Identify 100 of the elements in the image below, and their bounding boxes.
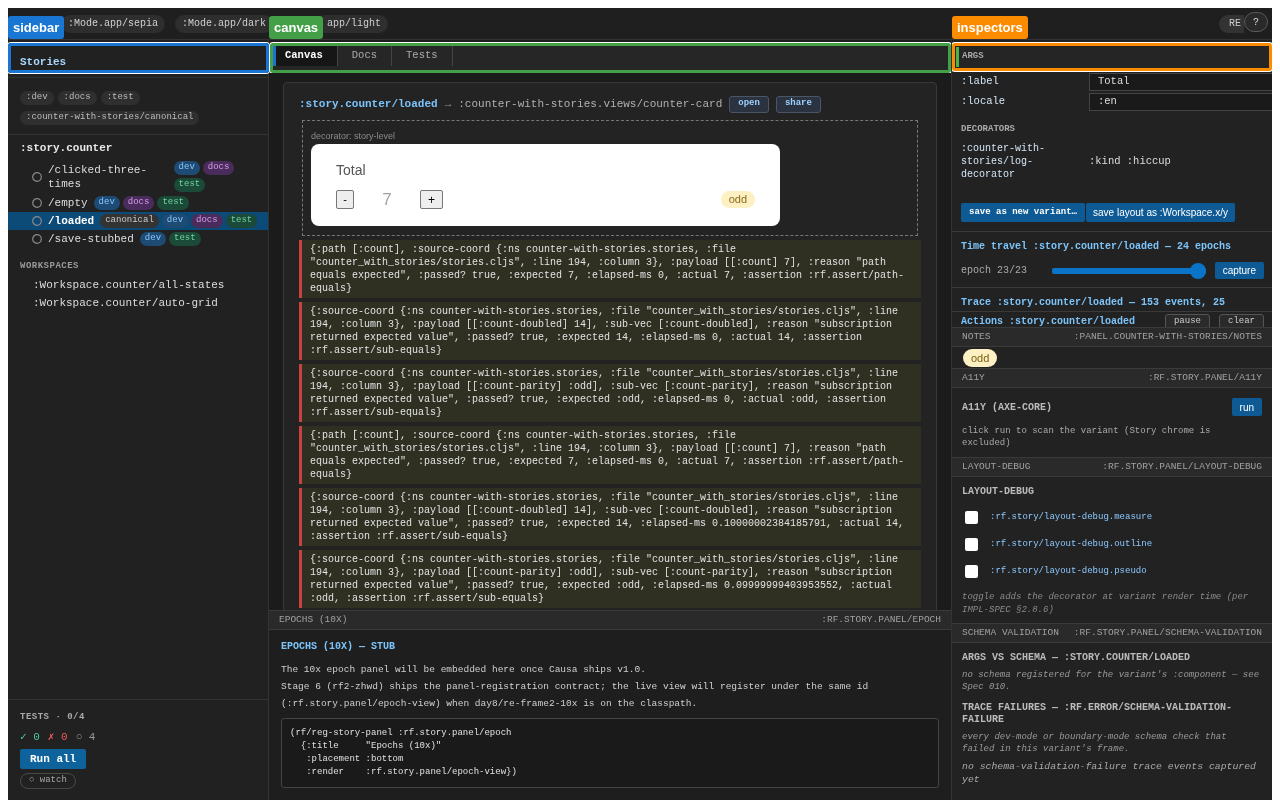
counter-title: Total — [336, 162, 366, 178]
time-travel-title: Time travel :story.counter/loaded — 24 epochs — [961, 240, 1232, 253]
paragraph: The 10x epoch panel will be embedded here once Causa ships v1.0. — [281, 663, 647, 677]
filter-chip[interactable]: :counter-with-stories/canonical — [20, 111, 200, 125]
option-label: :rf.story/layout-debug.outline — [990, 537, 1153, 551]
decrement-button[interactable]: - — [336, 190, 354, 209]
panel-id: :RF.STORY.PANEL/LAYOUT-DEBUG — [1102, 459, 1262, 474]
trace-title: Trace :story.counter/loaded — 153 events, 25 — [961, 296, 1226, 309]
region-label: canvas — [269, 16, 324, 39]
log-entry: {:source-coord {:ns counter-with-stories.stories, :file "counter_with_stories/stories.cljs", :line 194, :column 3}, :payload [[:count-parity] :odd], :sub-vec [:count-parity], :reason "subscription returned expected value", :passed? true, :expected :odd, :elapsed-ms 0, :actual :odd, :assertion :rf.assert/sub-equals} — [299, 364, 921, 422]
tag-chip: dev — [139, 232, 167, 246]
tag-chip: dev — [93, 196, 120, 210]
parity-badge: odd — [720, 191, 755, 208]
panel-title: NOTES — [962, 329, 991, 344]
panel-title: A11Y — [962, 370, 985, 385]
panel-id: :RF.STORY.PANEL/SCHEMA-VALIDATION — [1073, 625, 1262, 640]
panel-id: :RF.STORY.PANEL/EPOCH — [821, 612, 941, 627]
panel-heading: ARGS VS SCHEMA — :STORY.COUNTER/LOADED — [962, 652, 1192, 664]
story-item[interactable]: /loaded canonical dev docs test — [8, 212, 268, 230]
arrow: → — [444, 96, 452, 112]
tag-chip: docs — [202, 161, 235, 175]
code-block: (rf/reg-story-panel :rf.story.panel/epoch {:title "Epochs (10x)" :placement :bottom :render :rf.story.panel/epoch-view}) — [281, 718, 939, 788]
paragraph: Stage 6 (rf2-zhwd) ships the panel-registration contract; the live view will register under the same id (:rf.story.panel/epoch-view) when day8/re-frame2-10x is on the classpath. — [281, 680, 870, 711]
panel-title: EPOCHS (10X) — [279, 612, 348, 627]
ring-icon — [32, 171, 42, 182]
option-label: :rf.story/layout-debug.measure — [990, 510, 1153, 524]
filter-chip[interactable]: :test — [100, 91, 140, 105]
tab[interactable]: Canvas — [273, 46, 338, 66]
increment-button[interactable]: + — [420, 190, 443, 209]
log-entry: {:source-coord {:ns counter-with-stories.stories, :file "counter_with_stories/stories.cljs", :line 194, :column 3}, :payload [[:count-doubled] 14], :sub-vec [:count-doubled], :reason "subscription returned expected value", :passed? true, :expected 14, :elapsed-ms 0.10000002384185791, :actual 14, :assertion :rf.assert/sub-equals} — [299, 488, 921, 546]
slider-thumb[interactable] — [1190, 262, 1206, 279]
checkbox[interactable] — [965, 565, 978, 578]
tag-chip: test — [173, 178, 206, 192]
sidebar-title: Stories — [20, 56, 67, 68]
tag-chip: test — [157, 196, 190, 210]
panel-heading: TRACE FAILURES — :RF.ERROR/SCHEMA-VALIDATION-FAILURE — [962, 702, 1234, 726]
tests-heading: TESTS · 0/4 — [20, 712, 85, 723]
group-title: :story.counter — [20, 141, 113, 155]
tab[interactable]: Tests — [392, 46, 453, 66]
help-text: toggle adds the decorator at variant render time (per IMPL-SPEC §2.8.6) — [962, 591, 1250, 617]
story-item[interactable]: /empty dev docs test — [8, 194, 268, 212]
mode-button[interactable]: app/light — [323, 14, 389, 33]
help-text: no schema registered for the variant's :component — see Spec 010. — [962, 669, 1261, 693]
log-entry: {:path [:count], :source-coord {:ns counter-with-stories.stories, :file "counter_with_stories/stories.cljs", :line 194, :column 3}, :payload [[:count] 7], :reason "path equals expected", :passed? true, :expected 7, :elapsed-ms 0, :actual 7, :assertion :rf.assert/path-equals} — [299, 240, 921, 298]
tag-chip: test — [225, 214, 258, 228]
region-label: inspectors — [952, 16, 1028, 39]
toolbar-button[interactable]: pause — [1164, 314, 1210, 327]
help-button[interactable]: ? — [1244, 12, 1268, 32]
section-heading: DECORATORS — [961, 123, 1015, 135]
text-field[interactable]: :en — [1089, 93, 1272, 111]
workspace-item[interactable]: :Workspace.counter/all-states — [33, 276, 225, 294]
pending-count: ○ 4 — [75, 731, 96, 744]
tag-chip: canonical — [100, 214, 159, 228]
header-button[interactable]: open — [729, 95, 769, 113]
region-label: sidebar — [8, 16, 65, 39]
tab[interactable]: Docs — [337, 46, 393, 66]
pass-count: ✓ 0 — [20, 731, 40, 744]
decorator-name: :counter-with-stories/log-decorator — [961, 142, 1046, 181]
toolbar-button[interactable]: clear — [1219, 314, 1264, 327]
decorator-value: :kind :hiccup — [1089, 153, 1171, 169]
empty-message: no schema-validation-failure trace events captured yet — [962, 760, 1257, 786]
run-all-button[interactable]: Run all — [20, 749, 87, 769]
header-button[interactable]: share — [775, 95, 821, 113]
log-entry: {:source-coord {:ns counter-with-stories.stories, :file "counter_with_stories/stories.cljs", :line 194, :column 3}, :payload [[:count-parity] :odd], :sub-vec [:count-parity], :reason "subscription returned expected value", :passed? true, :expected :odd, :elapsed-ms 0.09999999403953552, :actual :odd, :assertion :rf.assert/sub-equals} — [299, 550, 921, 608]
reset-button[interactable]: RE — [1219, 14, 1244, 33]
panel-heading: LAYOUT-DEBUG — [962, 486, 1034, 498]
save-layout-button[interactable]: save layout as :Workspace.x/y — [1086, 203, 1235, 222]
run-button[interactable]: run — [1231, 398, 1262, 416]
section-heading: WORKSPACES — [20, 261, 79, 272]
component-name: :counter-with-stories.views/counter-card — [458, 96, 723, 112]
tag-chip: dev — [161, 214, 189, 228]
panel-heading: A11Y (AXE-CORE) — [962, 400, 1052, 415]
decorator-label: decorator: story-level — [311, 130, 396, 142]
arg-name: :locale — [961, 94, 1006, 110]
stub-heading: EPOCHS (10X) — STUB — [281, 640, 396, 654]
actions-title: Actions :story.counter/loaded — [961, 315, 1136, 327]
filter-chip[interactable]: :docs — [57, 91, 97, 105]
arg-name: :label — [961, 74, 999, 90]
log-entry: {:source-coord {:ns counter-with-stories.stories, :file "counter_with_stories/stories.cljs", :line 194, :column 3}, :payload [[:count-doubled] 14], :sub-vec [:count-doubled], :reason "subscription returned expected value", :passed? true, :expected 14, :elapsed-ms 0, :actual 14, :assertion :rf.assert/sub-equals} — [299, 302, 921, 360]
story-item[interactable]: /save-stubbed dev test — [8, 230, 268, 248]
capture-button[interactable]: capture — [1214, 262, 1264, 279]
text-field[interactable]: Total — [1089, 73, 1272, 91]
option-label: :rf.story/layout-debug.pseudo — [990, 564, 1147, 578]
checkbox[interactable] — [965, 511, 978, 524]
workspace-item[interactable]: :Workspace.counter/auto-grid — [33, 294, 218, 312]
mode-button[interactable]: :Mode.app/sepia — [61, 14, 165, 33]
panel-id: :RF.STORY.PANEL/A11Y — [1147, 370, 1262, 385]
section-title: ARGS — [956, 47, 984, 67]
save-variant-button[interactable]: save as new variant… — [961, 203, 1086, 222]
help-text: every dev-mode or boundary-mode schema check that failed in this variant's frame. — [962, 731, 1228, 755]
panel-title: SCHEMA VALIDATION — [962, 625, 1059, 640]
panel-title: LAYOUT-DEBUG — [962, 459, 1031, 474]
filter-chip[interactable]: :dev — [20, 91, 54, 105]
tag-chip: test — [169, 232, 201, 246]
counter-value: 7 — [382, 190, 392, 209]
fail-count: ✗ 0 — [47, 731, 68, 744]
tag-chip: docs — [122, 196, 155, 210]
parity-badge: odd — [963, 349, 998, 367]
log-entry: {:path [:count], :source-coord {:ns counter-with-stories.stories, :file "counter_with_stories/stories.cljs", :line 194, :column 3}, :payload [[:count] 7], :reason "path equals expected", :passed? true, :expected 7, :elapsed-ms 0, :actual 7, :assertion :rf.assert/path-equals} — [299, 426, 921, 484]
checkbox[interactable] — [965, 538, 978, 551]
